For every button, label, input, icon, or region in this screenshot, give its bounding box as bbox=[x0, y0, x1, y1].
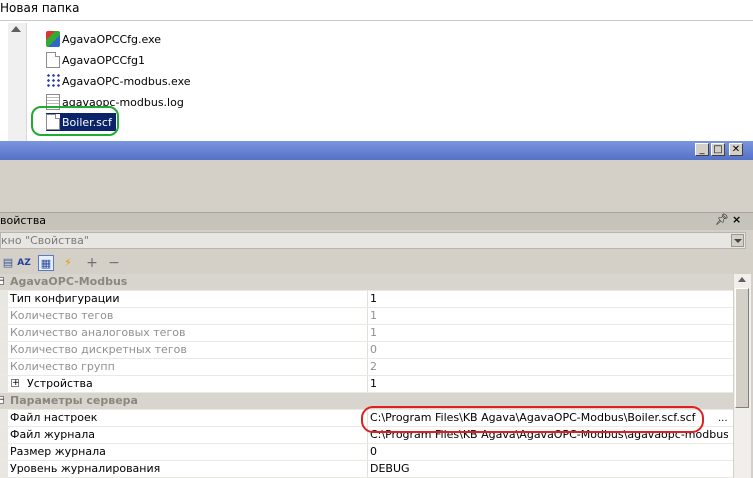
property-row[interactable]: Количество тегов 1 bbox=[0, 308, 733, 325]
category-agavaopc-modbus[interactable]: − AgavaOPC-Modbus bbox=[0, 274, 733, 291]
pin-icon[interactable]: 📌︎ bbox=[715, 213, 729, 226]
property-row[interactable]: Количество аналоговых тегов 1 bbox=[0, 325, 733, 342]
property-row-log-size[interactable]: Размер журнала 0 bbox=[0, 444, 733, 461]
child-window-title-bar: _ □ ✕ bbox=[0, 141, 753, 160]
file-name: AgavaOPC-modbus.exe bbox=[62, 74, 191, 88]
object-selector-value: кно "Свойства" bbox=[1, 234, 89, 247]
property-name: Размер журнала bbox=[10, 445, 106, 458]
property-grid-scrollbar[interactable] bbox=[733, 274, 751, 478]
green-highlight-annotation bbox=[31, 106, 119, 136]
red-highlight-annotation bbox=[361, 406, 704, 433]
alphabetical-sort-icon[interactable]: AZ bbox=[16, 255, 32, 271]
chevron-down-icon[interactable] bbox=[731, 234, 744, 247]
property-value: 2 bbox=[370, 360, 377, 373]
property-name: Количество тегов bbox=[10, 309, 114, 322]
expand-icon[interactable]: + bbox=[11, 379, 20, 388]
scrollbar-thumb[interactable] bbox=[735, 288, 749, 408]
file-item-agavaopc-modbus-exe[interactable]: AgavaOPC-modbus.exe bbox=[46, 72, 191, 90]
property-name: Тип конфигурации bbox=[10, 292, 120, 305]
property-value: 0 bbox=[370, 343, 377, 356]
properties-toolbar: ▤ AZ ▦ ⚡ + − bbox=[0, 253, 753, 273]
property-value: 1 bbox=[370, 309, 377, 322]
category-title: AgavaOPC-Modbus bbox=[10, 275, 128, 288]
properties-panel-header: войства 📌︎ × bbox=[0, 212, 753, 230]
minimize-button[interactable]: _ bbox=[695, 143, 709, 156]
category-title: Параметры сервера bbox=[10, 394, 138, 407]
file-name: AgavaOPCCfg.exe bbox=[62, 32, 162, 46]
collapse-icon[interactable]: − bbox=[0, 396, 5, 405]
properties-panel-title: войства bbox=[0, 214, 47, 227]
property-row[interactable]: Количество дискретных тегов 0 bbox=[0, 342, 733, 359]
object-selector-combo[interactable]: кно "Свойства" bbox=[0, 232, 746, 249]
events-lightning-icon[interactable]: ⚡ bbox=[60, 255, 76, 271]
collapse-icon[interactable]: − bbox=[0, 277, 5, 286]
ellipsis-browse-button[interactable]: ... bbox=[718, 413, 728, 424]
scroll-up-arrow-icon[interactable] bbox=[738, 277, 746, 282]
property-name: Уровень журналирования bbox=[10, 462, 161, 475]
modbus-exe-icon bbox=[46, 73, 60, 89]
file-name: AgavaOPCCfg1 bbox=[62, 53, 146, 67]
scroll-up-arrow-icon[interactable] bbox=[11, 26, 21, 32]
properties-view-icon[interactable]: ▦ bbox=[38, 255, 54, 271]
property-row-devices[interactable]: Устройства +1 bbox=[0, 376, 733, 393]
property-value[interactable]: 1 bbox=[370, 292, 728, 305]
folder-title: Новая папка bbox=[0, 1, 80, 15]
property-name: Файл журнала bbox=[10, 428, 95, 441]
property-row[interactable]: Количество групп 2 bbox=[0, 359, 733, 376]
property-value[interactable]: DEBUG bbox=[370, 462, 728, 475]
property-value[interactable]: 1 bbox=[370, 377, 728, 390]
close-panel-icon[interactable]: × bbox=[732, 213, 741, 226]
property-row[interactable]: Тип конфигурации 1 bbox=[0, 291, 733, 308]
file-item-agavaopccfg-exe[interactable]: AgavaOPCCfg.exe bbox=[46, 30, 161, 48]
exe-icon bbox=[46, 31, 60, 47]
file-item-agavaopccfg1[interactable]: AgavaOPCCfg1 bbox=[46, 51, 145, 69]
remove-icon[interactable]: − bbox=[106, 255, 122, 271]
property-grid: − AgavaOPC-Modbus Тип конфигурации 1 Коли… bbox=[0, 274, 733, 478]
property-name: Устройства bbox=[27, 377, 93, 390]
file-list-scrollbar[interactable] bbox=[8, 23, 27, 141]
property-row-log-level[interactable]: Уровень журналирования DEBUG bbox=[0, 461, 733, 478]
categorized-icon[interactable]: ▤ bbox=[0, 255, 16, 271]
property-name: Количество групп bbox=[10, 360, 115, 373]
property-value[interactable]: 0 bbox=[370, 445, 728, 458]
property-name: Количество аналоговых тегов bbox=[10, 326, 186, 339]
property-name: Количество дискретных тегов bbox=[10, 343, 187, 356]
folder-title-bar: Новая папка bbox=[0, 0, 753, 20]
add-icon[interactable]: + bbox=[84, 255, 100, 271]
maximize-button[interactable]: □ bbox=[711, 143, 725, 156]
document-icon bbox=[46, 52, 60, 68]
close-button[interactable]: ✕ bbox=[729, 143, 743, 156]
property-name: Файл настроек bbox=[10, 411, 98, 424]
property-value: 1 bbox=[370, 326, 377, 339]
